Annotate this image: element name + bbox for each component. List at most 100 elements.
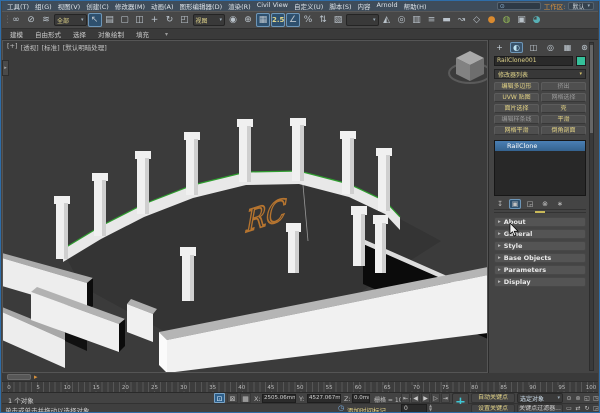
mirror-icon[interactable]: ◭ xyxy=(380,13,394,27)
render-setup-icon[interactable]: ◍ xyxy=(500,13,514,27)
rollout-style[interactable]: ▸Style xyxy=(494,241,586,251)
modifier-button[interactable]: 平滑 xyxy=(541,115,586,124)
configure-modifier-sets-icon[interactable]: ∗ xyxy=(554,199,566,209)
frame-spinner[interactable]: ▲▼ xyxy=(429,404,432,412)
key-filters-button[interactable]: 关键点过滤器... xyxy=(517,404,563,413)
tab-motion[interactable]: ◎ xyxy=(544,42,557,53)
schematic-view-icon[interactable]: ◇ xyxy=(470,13,484,27)
rendered-frame-icon[interactable]: ▣ xyxy=(515,13,529,27)
set-key-mode-button[interactable]: 设置关键点 xyxy=(471,404,515,413)
search-box[interactable]: ⊙ xyxy=(497,2,541,10)
select-and-link-icon[interactable]: ∞ xyxy=(9,13,23,27)
menu-item[interactable]: 自定义(U) xyxy=(291,1,326,11)
menu-item[interactable]: 创建(C) xyxy=(83,1,112,11)
ribbon-tab-5[interactable]: 填充 xyxy=(136,29,149,39)
render-production-icon[interactable]: ◕ xyxy=(530,13,544,27)
ribbon-tab-3[interactable]: 选择 xyxy=(73,29,86,39)
tab-create[interactable]: + xyxy=(493,42,506,53)
absolute-offset-icon[interactable]: ▦ xyxy=(240,393,251,403)
spinner-snap-icon[interactable]: ⇅ xyxy=(316,13,330,27)
percent-snap-icon[interactable]: % xyxy=(301,13,315,27)
z-coord-field[interactable]: 0.0mm xyxy=(352,394,370,403)
pin-stack-icon[interactable]: ↧ xyxy=(494,199,506,209)
workspace-dropdown[interactable]: 默认 ▾ xyxy=(568,2,594,10)
layer-explorer-icon[interactable]: ≡ xyxy=(425,13,439,27)
rollout-about[interactable]: ▸About xyxy=(494,217,586,227)
current-frame-field[interactable]: 0 xyxy=(401,404,427,413)
menu-item[interactable]: 帮助(H) xyxy=(401,1,430,11)
maximize-viewport-icon[interactable]: ◲ xyxy=(592,404,600,413)
select-object-icon[interactable]: ↖ xyxy=(88,13,102,27)
previous-frame-icon[interactable]: ◀ xyxy=(411,393,420,403)
menu-item[interactable]: Civil View xyxy=(254,1,291,11)
tab-hierarchy[interactable]: ◫ xyxy=(527,42,540,53)
viewport-label-part-3[interactable]: [标准] xyxy=(42,42,60,52)
zoom-extents-all-icon[interactable]: ◳ xyxy=(592,394,600,403)
menu-item[interactable]: 渲染(R) xyxy=(225,1,254,11)
menu-item[interactable]: 修改器(M) xyxy=(112,1,148,11)
panel-scrollbar[interactable] xyxy=(589,42,594,371)
rectangular-selection-region-icon[interactable]: ▢ xyxy=(118,13,132,27)
play-icon[interactable]: ▶ xyxy=(421,393,430,403)
select-and-move-icon[interactable]: + xyxy=(148,13,162,27)
keyboard-override-icon[interactable]: ▦ xyxy=(256,13,270,27)
curve-editor-icon[interactable]: ↝ xyxy=(455,13,469,27)
ribbon-tab-1[interactable]: 建模 xyxy=(10,29,23,39)
object-color-swatch[interactable] xyxy=(576,56,586,66)
menu-item[interactable]: 视图(V) xyxy=(55,1,84,11)
x-coord-field[interactable]: 2505.06mm xyxy=(262,394,296,403)
pan-icon[interactable]: ⇄ xyxy=(574,404,582,413)
select-and-manipulate-icon[interactable]: ⊕ xyxy=(241,13,255,27)
modifier-button[interactable]: 网格平滑 xyxy=(494,126,539,135)
menu-item[interactable]: 工具(T) xyxy=(4,1,32,11)
bind-to-space-warp-icon[interactable]: ≋ xyxy=(39,13,53,27)
go-to-end-icon[interactable]: ⇥ xyxy=(441,393,450,403)
modifier-button[interactable]: UVW 贴图 xyxy=(494,93,539,102)
rollout-display[interactable]: ▸Display xyxy=(494,277,586,287)
rollout-base-objects[interactable]: ▸Base Objects xyxy=(494,253,586,263)
go-to-start-icon[interactable]: ⇤ xyxy=(401,393,410,403)
angle-snap-icon[interactable]: ∠ xyxy=(286,13,300,27)
menu-item[interactable]: 脚本(S) xyxy=(326,1,354,11)
viewport-label-part-1[interactable]: [+] xyxy=(7,42,18,52)
time-slider-track[interactable]: ▸ xyxy=(2,373,598,382)
viewport[interactable]: RC [+][透视][标准][默认明暗处理] ▸ xyxy=(2,40,488,373)
orbit-icon[interactable]: ↻ xyxy=(583,404,591,413)
selection-lock-icon[interactable]: ⊠ xyxy=(227,393,238,403)
rollout-parameters[interactable]: ▸Parameters xyxy=(494,265,586,275)
menu-item[interactable]: 动画(A) xyxy=(148,1,177,11)
modifier-list-dropdown[interactable]: 修改器列表 ▾ xyxy=(494,69,586,79)
ribbon-toggle-icon[interactable]: ▬ xyxy=(440,13,454,27)
modifier-button[interactable]: 倒角剖面 xyxy=(541,126,586,135)
menu-item[interactable]: 内容 xyxy=(355,1,374,11)
snap-toggle-icon[interactable]: 2.5 xyxy=(271,13,285,27)
zoom-all-icon[interactable]: ⊚ xyxy=(574,394,582,403)
unlink-selection-icon[interactable]: ⊘ xyxy=(24,13,38,27)
viewport-label-part-2[interactable]: [透视] xyxy=(21,42,39,52)
tab-display[interactable]: ▦ xyxy=(561,42,574,53)
named-selection-dropdown[interactable]: ▾ xyxy=(346,14,379,26)
rollout-general[interactable]: ▸General xyxy=(494,229,586,239)
zoom-extents-icon[interactable]: ◱ xyxy=(583,394,591,403)
material-editor-icon[interactable]: ● xyxy=(485,13,499,27)
modifier-button[interactable]: 面片选择 xyxy=(494,104,539,113)
modifier-button[interactable]: 编辑多边形 xyxy=(494,82,539,91)
object-name-field[interactable]: RailClone001 xyxy=(494,56,573,66)
menu-item[interactable]: Arnold xyxy=(374,1,401,11)
align-icon[interactable]: ◎ xyxy=(395,13,409,27)
ribbon-tab-4[interactable]: 对象绘制 xyxy=(98,29,124,39)
y-coord-field[interactable]: 4527.067mm xyxy=(307,394,341,403)
stack-item-railclone[interactable]: RailClone xyxy=(495,141,585,151)
selection-filter-dropdown[interactable]: 全部▾ xyxy=(54,14,87,26)
zoom-region-icon[interactable]: ▭ xyxy=(565,404,573,413)
viewport-layout-tab[interactable]: ▸ xyxy=(2,60,9,76)
menu-item[interactable]: 图形编辑器(D) xyxy=(177,1,226,11)
next-frame-icon[interactable]: ▷ xyxy=(431,393,440,403)
remove-modifier-icon[interactable]: ⊗ xyxy=(539,199,551,209)
ribbon-tab-2[interactable]: 自由形式 xyxy=(35,29,61,39)
selected-objects-dropdown[interactable]: 选定对象 ▾ xyxy=(517,393,563,403)
auto-key-button[interactable]: 自动关键点 xyxy=(471,393,515,403)
modifier-button[interactable]: 壳 xyxy=(541,104,586,113)
timeline-ruler[interactable]: 0510152025303540455055606570758085909510… xyxy=(2,382,598,393)
window-crossing-icon[interactable]: ◫ xyxy=(133,13,147,27)
